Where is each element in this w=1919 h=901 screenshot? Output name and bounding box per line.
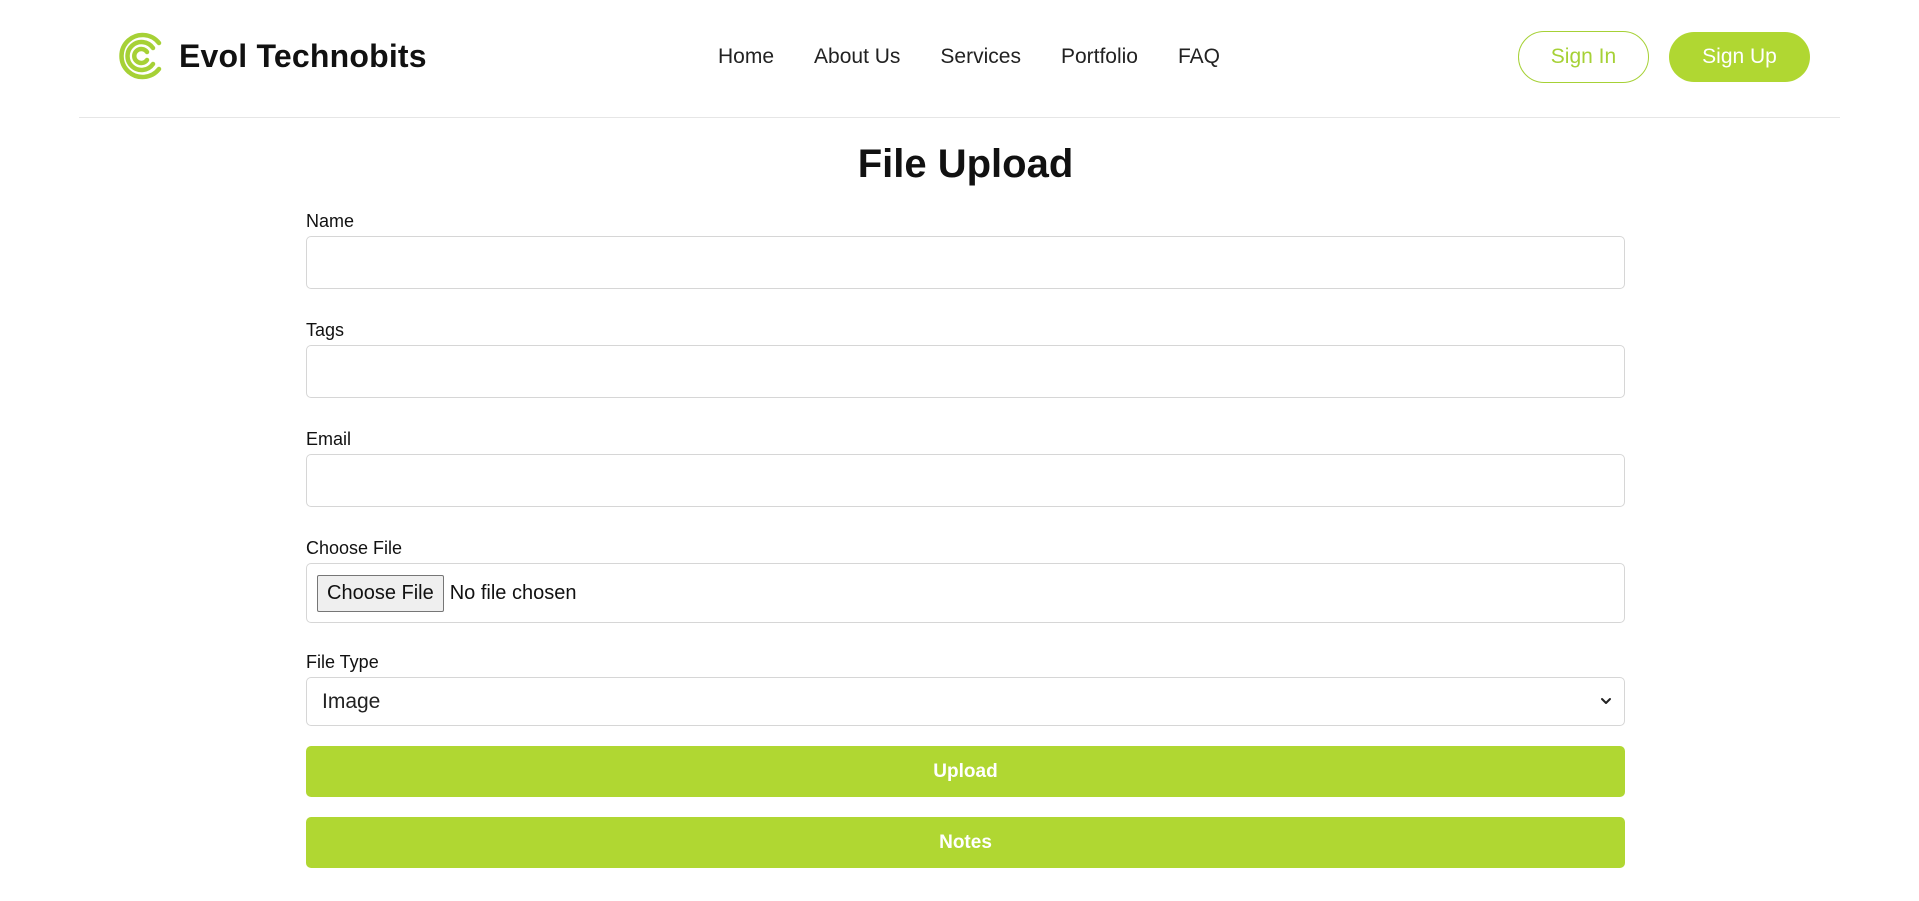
file-status-text: No file chosen: [449, 581, 577, 604]
file-type-label: File Type: [306, 652, 379, 672]
file-field-group: Choose File Choose File No file chosen: [306, 535, 1625, 623]
choose-file-label: Choose File: [306, 538, 403, 558]
name-input[interactable]: [306, 236, 1625, 289]
nav-services-link[interactable]: Services: [940, 45, 1021, 69]
sign-in-button[interactable]: Sign In: [1518, 31, 1649, 83]
main-nav: Home About Us Services Portfolio FAQ: [718, 45, 1220, 69]
choose-file-button[interactable]: Choose File: [317, 574, 444, 612]
email-label: Email: [306, 429, 352, 449]
file-type-field-group: File Type Image: [306, 649, 1625, 726]
nav-faq-link[interactable]: FAQ: [1178, 45, 1220, 69]
name-field-group: Name: [306, 208, 1625, 289]
tags-label: Tags: [306, 320, 345, 340]
file-type-select[interactable]: Image: [306, 677, 1625, 726]
email-field-group: Email: [306, 426, 1625, 507]
brand-logo-icon: [119, 32, 162, 80]
sign-up-button[interactable]: Sign Up: [1669, 32, 1810, 82]
page-title: File Upload: [857, 142, 1074, 186]
brand[interactable]: Evol Technobits: [117, 30, 427, 82]
upload-button[interactable]: Upload: [306, 746, 1625, 797]
nav-about-us-link[interactable]: About Us: [814, 45, 900, 69]
auth-buttons: Sign In Sign Up: [1518, 31, 1810, 83]
nav-portfolio-link[interactable]: Portfolio: [1061, 45, 1138, 69]
brand-name: Evol Technobits: [179, 37, 427, 74]
file-input[interactable]: Choose File No file chosen: [306, 563, 1625, 623]
tags-input[interactable]: [306, 345, 1625, 398]
file-type-selected-value: Image: [322, 689, 381, 713]
name-label: Name: [306, 211, 355, 231]
notes-button[interactable]: Notes: [306, 817, 1625, 868]
tags-field-group: Tags: [306, 317, 1625, 398]
upload-form-container: File Upload Name Tags Email Choose File …: [306, 140, 1625, 868]
chevron-down-icon: [1601, 698, 1611, 704]
nav-home-link[interactable]: Home: [718, 45, 774, 69]
site-header: Evol Technobits Home About Us Services P…: [79, 0, 1840, 118]
email-input[interactable]: [306, 454, 1625, 507]
